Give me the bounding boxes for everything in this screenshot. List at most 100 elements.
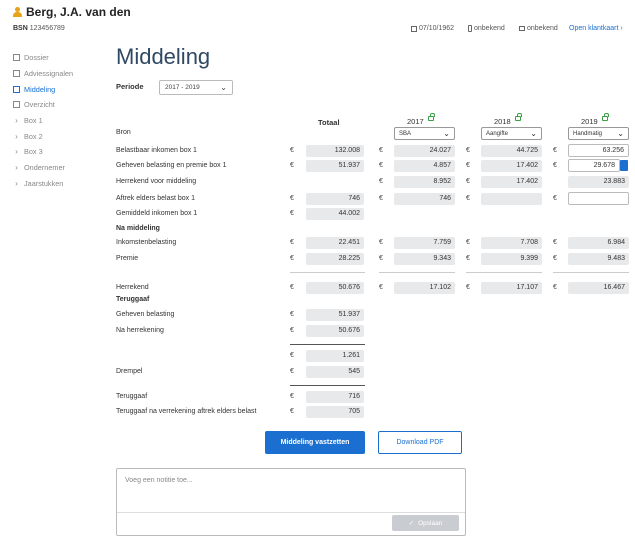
sidebar-item-box 2[interactable]: › Box 2	[13, 128, 108, 144]
middeling-vastzetten-button[interactable]: Middeling vastzetten	[265, 431, 365, 454]
y2019-belastbaar-input[interactable]: 63.256	[568, 144, 629, 157]
sidebar-item-box 3[interactable]: › Box 3	[13, 144, 108, 160]
chevron-down-icon: ⌄	[530, 129, 537, 138]
sidebar-item-jaarstukken[interactable]: › Jaarstukken	[13, 176, 108, 192]
note-box: Voeg een notitie toe... ✓ Opslaan	[116, 468, 466, 536]
currency-symbol: €	[290, 368, 294, 375]
row-label-geheven-belasting: Geheven belasting	[116, 311, 175, 318]
row-label-geheven: Geheven belasting en premie box 1	[116, 162, 227, 169]
currency-symbol: €	[379, 147, 383, 154]
sidebar-item-dossier[interactable]: Dossier	[13, 50, 108, 66]
totaal-geheven-belasting: 51.937	[306, 309, 364, 321]
currency-symbol: €	[290, 284, 294, 291]
currency-symbol: €	[553, 195, 557, 202]
y2017-belastbaar: 24.027	[394, 145, 455, 157]
totaal-gemiddeld: 44.002	[306, 208, 364, 220]
client-name: Berg, J.A. van den	[13, 5, 131, 19]
bsn-label: BSN	[13, 25, 28, 32]
bsn: BSN 123456789	[13, 25, 65, 32]
divider	[290, 272, 365, 273]
totaal-inkomstenbelasting: 22.451	[306, 237, 364, 249]
currency-symbol: €	[290, 239, 294, 246]
divider	[553, 272, 629, 273]
opslaan-button[interactable]: ✓ Opslaan	[392, 515, 459, 531]
y2018-herrekend-voor: 17.402	[481, 176, 542, 188]
birthdate: 07/10/1962	[411, 25, 454, 32]
col-totaal: Totaal	[318, 118, 340, 127]
unlock-icon[interactable]	[601, 113, 609, 121]
currency-symbol: €	[466, 284, 470, 291]
year-2018: 2018	[494, 117, 511, 126]
totaal-drempel: 545	[306, 366, 364, 378]
currency-symbol: €	[379, 178, 383, 185]
col-2019: 2019	[581, 113, 609, 126]
sidebar-item-ondernemer[interactable]: › Ondernemer	[13, 160, 108, 176]
note-input[interactable]: Voeg een notitie toe...	[125, 477, 193, 484]
sidebar-item-label: Box 3	[24, 147, 43, 157]
sidebar-item-box 1[interactable]: › Box 1	[13, 113, 108, 129]
divider	[290, 344, 365, 345]
bron-value-2019: Handmatig	[573, 131, 603, 137]
currency-symbol: €	[379, 195, 383, 202]
y2017-premie: 9.343	[394, 253, 455, 265]
row-label-aftrek: Aftrek elders belast box 1	[116, 195, 195, 202]
sidebar-item-middeling[interactable]: Middeling	[13, 81, 108, 97]
sidebar-item-label: Jaarstukken	[24, 178, 64, 188]
row-label-teruggaaf: Teruggaaf	[116, 393, 148, 400]
bron-select-2017[interactable]: SBA ⌄	[394, 127, 455, 140]
row-label-herrekend: Herrekend	[116, 284, 149, 291]
phone-text: onbekend	[474, 25, 505, 32]
currency-symbol: €	[379, 255, 383, 262]
currency-symbol: €	[553, 284, 557, 291]
chevron-down-icon: ⌄	[443, 129, 450, 138]
unlock-icon[interactable]	[514, 113, 522, 121]
totaal-belastbaar: 132.008	[306, 145, 364, 157]
row-label-inkomstenbelasting: Inkomstenbelasting	[116, 239, 177, 246]
bron-value-2017: SBA	[399, 131, 412, 137]
phone: onbekend	[468, 25, 505, 32]
currency-symbol: €	[466, 178, 470, 185]
divider	[379, 272, 455, 273]
divider	[466, 272, 542, 273]
currency-symbol: €	[466, 162, 470, 169]
row-label-teruggaaf-na: Teruggaaf na verrekening aftrek elders b…	[116, 408, 257, 415]
y2019-herrekend: 16.467	[568, 282, 629, 294]
y2019-inkomstenbelasting: 6.984	[568, 237, 629, 249]
row-label-bron: Bron	[116, 129, 131, 136]
currency-symbol: €	[466, 239, 470, 246]
download-pdf-button[interactable]: Download PDF	[378, 431, 462, 454]
open-klantkaart-link[interactable]: Open klantkaart ›	[569, 25, 623, 32]
sidebar-item-label: Dossier	[24, 53, 49, 63]
calculator-icon[interactable]	[620, 160, 628, 171]
chevron-right-icon: ›	[15, 131, 18, 141]
periode-value: 2017 - 2019	[165, 84, 200, 91]
bron-select-2019[interactable]: Handmatig ⌄	[568, 127, 629, 140]
currency-symbol: €	[290, 195, 294, 202]
divider	[290, 385, 365, 386]
periode-select[interactable]: 2017 - 2019 ⌄	[159, 80, 233, 95]
sidebar-item-label: Middeling	[24, 84, 56, 94]
y2017-herrekend-voor: 8.952	[394, 176, 455, 188]
row-label-gemiddeld: Gemiddeld inkomen box 1	[116, 210, 198, 217]
section-na-middeling: Na middeling	[116, 225, 160, 232]
sidebar-item-overzicht[interactable]: Overzicht	[13, 97, 108, 113]
check-icon: ✓	[408, 520, 415, 527]
currency-symbol: €	[553, 255, 557, 262]
page-title: Middeling	[116, 44, 211, 69]
y2018-aftrek	[481, 193, 542, 205]
chevron-down-icon: ⌄	[617, 129, 624, 138]
bron-select-2018[interactable]: Aangifte ⌄	[481, 127, 542, 140]
unlock-icon[interactable]	[427, 113, 435, 121]
currency-symbol: €	[290, 147, 294, 154]
currency-symbol: €	[553, 162, 557, 169]
sidebar-item-adviessignalen[interactable]: Adviessignalen	[13, 66, 108, 82]
row-label-premie: Premie	[116, 255, 139, 262]
y2019-aftrek-input[interactable]	[568, 192, 629, 205]
bsn-value: 123456789	[29, 25, 65, 32]
y2019-geheven-input[interactable]: 29.678	[568, 159, 620, 172]
y2017-geheven: 4.857	[394, 160, 455, 172]
signal-icon	[13, 70, 20, 78]
email-text: onbekend	[527, 25, 558, 32]
currency-symbol: €	[466, 195, 470, 202]
row-label-drempel: Drempel	[116, 368, 143, 375]
